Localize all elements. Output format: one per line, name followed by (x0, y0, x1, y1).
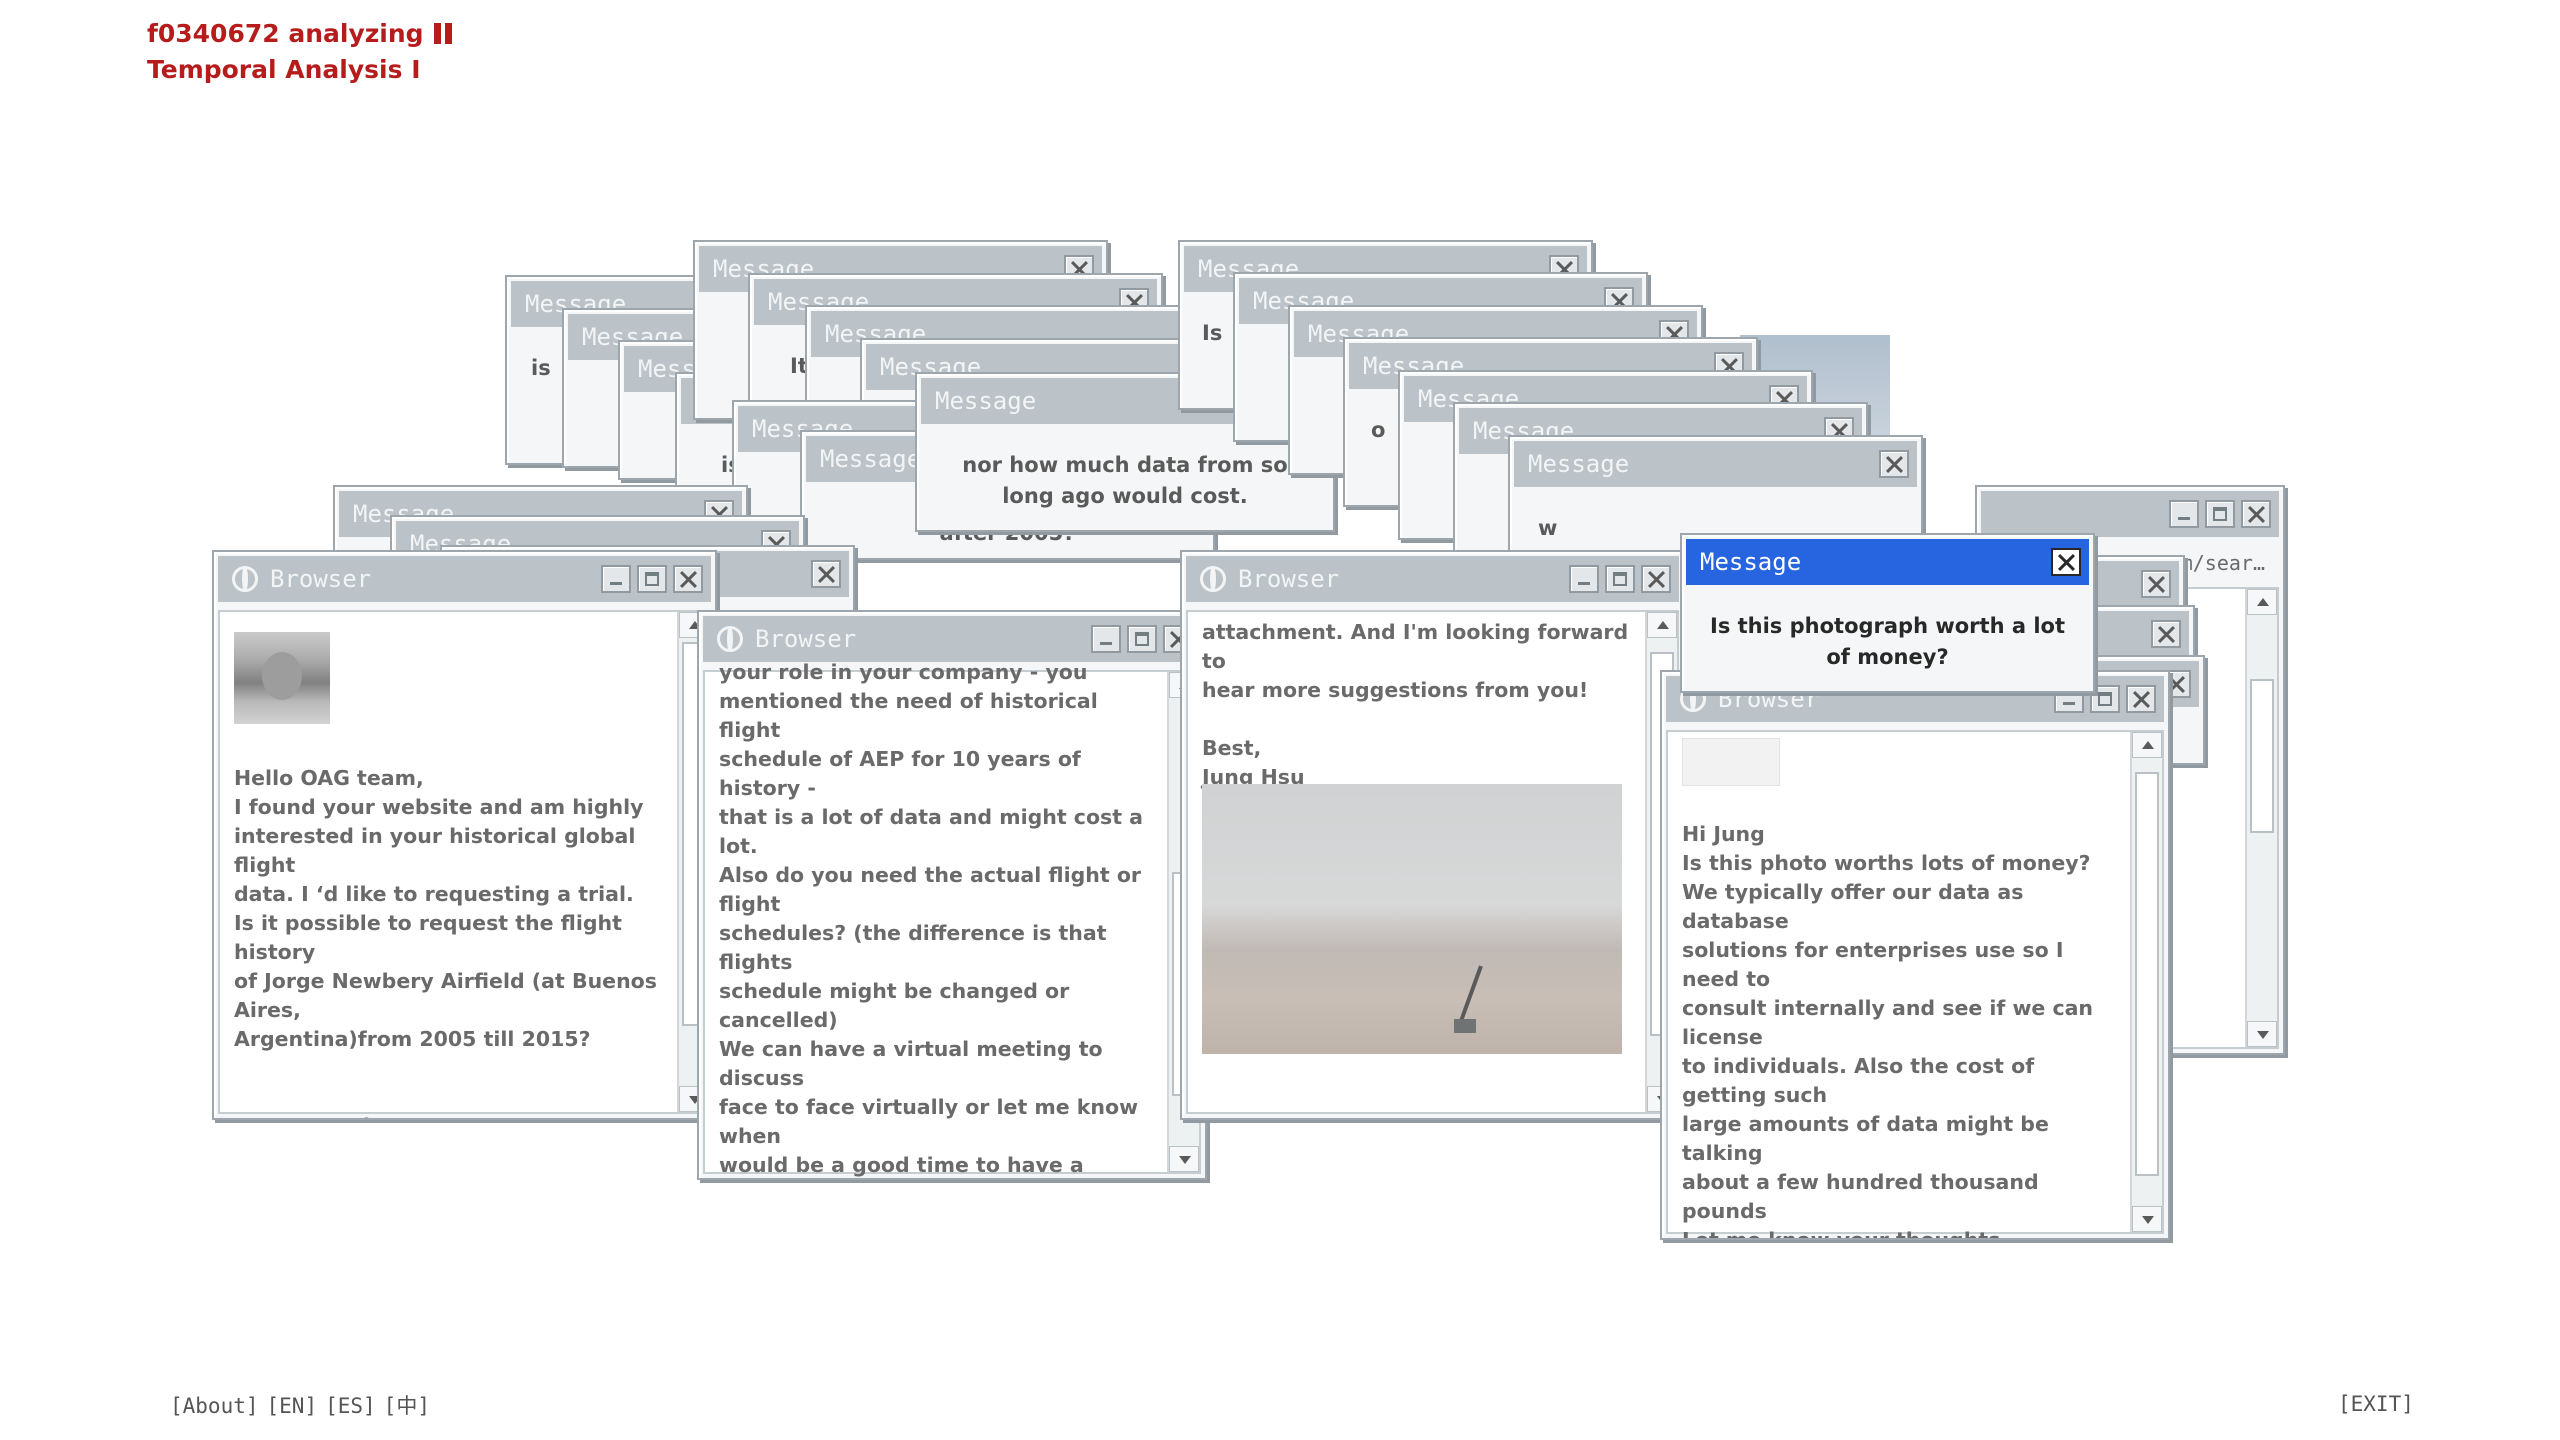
close-icon[interactable] (2141, 570, 2171, 598)
email-text: Hello OAG team, I found your website and… (234, 766, 657, 1118)
scrollbar[interactable] (2245, 589, 2277, 1047)
email-text: attachment. And I'm looking forward to h… (1202, 620, 1629, 789)
message-text: nor how much data from so long ago would… (921, 428, 1329, 526)
message-window-active[interactable]: Message Is this photograph worth a lot o… (1680, 533, 2095, 693)
email-body: your role in your company - you mentione… (703, 660, 1201, 1177)
close-icon[interactable] (2241, 500, 2271, 528)
maximize-icon[interactable] (2205, 500, 2235, 528)
email-text: Hi Jung Is this photo worths lots of mon… (1682, 822, 2094, 1240)
image-placeholder (1682, 738, 1780, 786)
lang-es-link[interactable]: [ES] (325, 1394, 376, 1418)
avatar (234, 632, 330, 724)
globe-icon (232, 566, 258, 592)
browser-window[interactable]: Browser your role in your company - you … (697, 610, 1207, 1180)
window-title: Browser (218, 556, 711, 602)
browser-window[interactable]: Browser Hi Jung Is this photo worths lot… (1660, 670, 2170, 1240)
window-title: Message (1514, 441, 1917, 487)
lang-zh-link[interactable]: [中] (384, 1394, 430, 1418)
scrollbar[interactable] (2130, 732, 2162, 1232)
minimize-icon[interactable] (1569, 565, 1599, 593)
minimize-icon[interactable] (2169, 500, 2199, 528)
email-body: Hi Jung Is this photo worths lots of mon… (1666, 730, 2164, 1238)
maximize-icon[interactable] (1127, 625, 1157, 653)
window-title (1981, 491, 2279, 537)
close-icon[interactable] (2126, 685, 2156, 713)
footer-links: [About] [EN] [ES] [中] (170, 1390, 438, 1420)
close-icon[interactable] (2051, 548, 2081, 576)
close-icon[interactable] (1879, 450, 1909, 478)
window-title: Browser (703, 616, 1201, 662)
about-link[interactable]: [About] (170, 1394, 259, 1418)
email-body: attachment. And I'm looking forward to h… (1186, 610, 1679, 1114)
globe-icon (717, 626, 743, 652)
window-title: Message (1686, 539, 2089, 585)
maximize-icon[interactable] (1605, 565, 1635, 593)
close-icon[interactable] (811, 560, 841, 588)
close-icon[interactable] (1641, 565, 1671, 593)
globe-icon (1200, 566, 1226, 592)
email-body: Hello OAG team, I found your website and… (218, 610, 711, 1118)
window-title: Browser (1186, 556, 1679, 602)
message-text: Is this photograph worth a lot of money? (1686, 589, 2089, 687)
attached-photo[interactable] (1202, 784, 1622, 1054)
browser-window[interactable]: Browser attachment. And I'm looking forw… (1180, 550, 1685, 1120)
minimize-icon[interactable] (601, 565, 631, 593)
maximize-icon[interactable] (637, 565, 667, 593)
window-collage: Message is Message Message Message is Me… (0, 0, 2560, 1440)
minimize-icon[interactable] (1091, 625, 1121, 653)
lang-en-link[interactable]: [EN] (267, 1394, 318, 1418)
email-text: your role in your company - you mentione… (719, 660, 1144, 1177)
close-icon[interactable] (673, 565, 703, 593)
close-icon[interactable] (2151, 620, 2181, 648)
exit-link[interactable]: [EXIT] (2338, 1392, 2414, 1416)
browser-window[interactable]: Browser Hello OAG team, I found your web… (212, 550, 717, 1120)
